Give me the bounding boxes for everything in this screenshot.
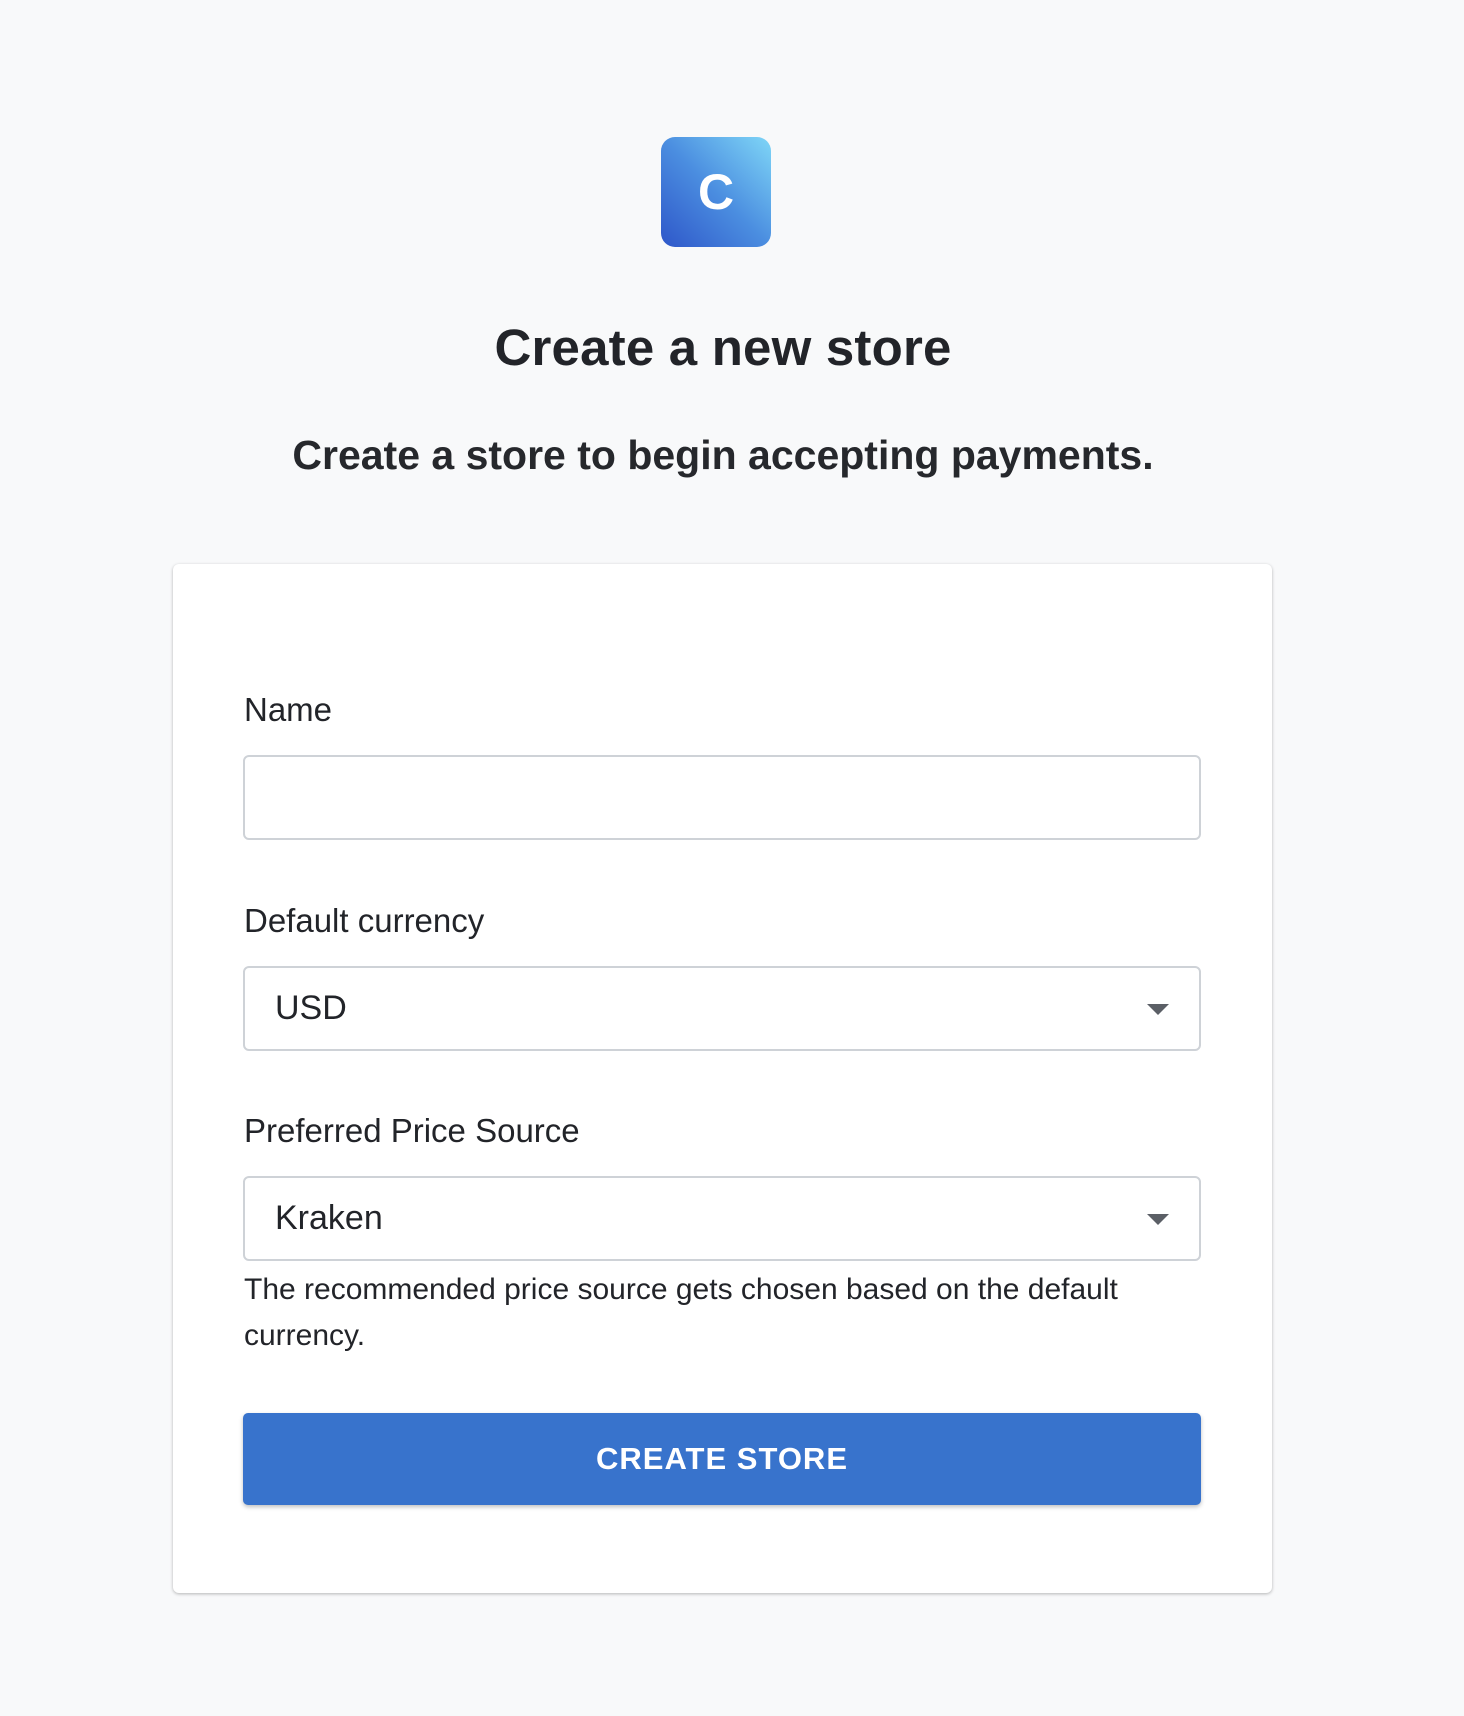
create-store-button-label: CREATE STORE [596,1441,848,1476]
brand-logo-letter: C [697,164,735,220]
chevron-down-icon [1147,1004,1169,1015]
default-currency-value: USD [275,989,347,1027]
price-source-help-text: The recommended price source gets chosen… [244,1273,1118,1352]
page-subtitle: Create a store to begin accepting paymen… [292,432,1154,478]
name-label: Name [244,691,333,728]
price-source-value: Kraken [275,1199,383,1237]
brand-logo: C [661,137,771,247]
chevron-down-icon [1147,1214,1169,1225]
price-source-label: Preferred Price Source [244,1112,580,1149]
create-store-button[interactable]: CREATE STORE [243,1413,1201,1505]
price-source-select[interactable]: Kraken [243,1176,1201,1261]
create-store-card: Name Default currency USD Preferred Pric… [173,564,1272,1593]
name-field[interactable] [243,755,1201,840]
default-currency-select[interactable]: USD [243,966,1201,1051]
default-currency-label: Default currency [244,902,485,939]
page-title: Create a new store [494,319,952,376]
